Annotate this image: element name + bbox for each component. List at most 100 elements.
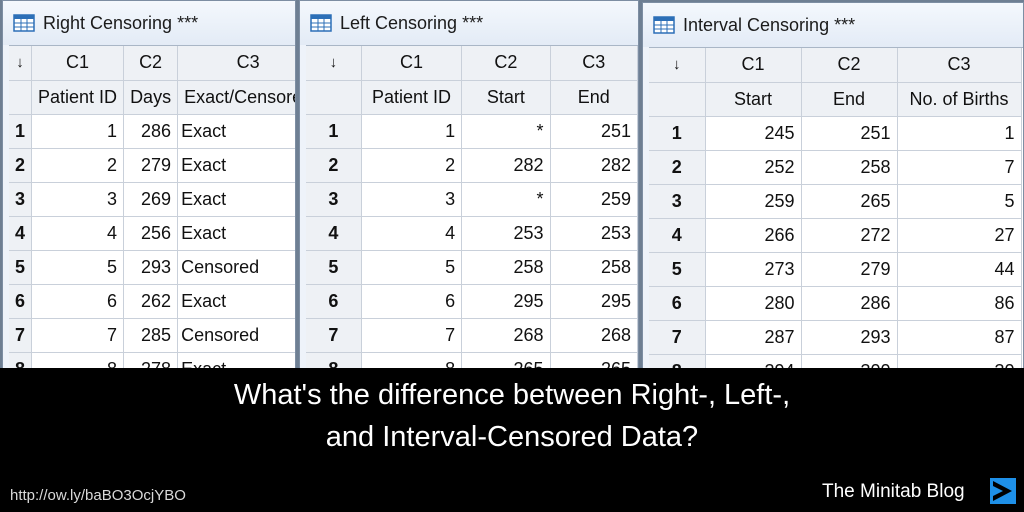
row-number[interactable]: 3 [306, 182, 362, 217]
data-cell[interactable]: 258 [461, 250, 551, 285]
window-titlebar[interactable]: Interval Censoring *** [643, 3, 1023, 47]
column-name-cell[interactable]: Exact/Censored [177, 80, 295, 115]
data-cell[interactable]: 86 [897, 286, 1022, 321]
column-name-cell[interactable]: End [801, 82, 898, 117]
column-name-cell[interactable]: Start [461, 80, 551, 115]
data-cell[interactable]: 266 [705, 218, 802, 253]
row-number[interactable]: 6 [649, 286, 706, 321]
data-cell[interactable]: 268 [461, 318, 551, 353]
data-cell[interactable]: 282 [461, 148, 551, 183]
column-name-cell[interactable]: Patient ID [361, 80, 463, 115]
row-number[interactable]: 3 [649, 184, 706, 219]
column-id-header[interactable]: C3 [897, 48, 1022, 83]
column-id-header[interactable]: C3 [550, 46, 638, 81]
data-cell[interactable]: 278 [123, 352, 179, 369]
data-cell[interactable]: Censored [177, 250, 295, 285]
short-url-link[interactable]: http://ow.ly/baBO3OcjYBO [10, 487, 186, 504]
data-cell[interactable]: 295 [550, 284, 638, 319]
data-cell[interactable]: 44 [897, 252, 1022, 287]
data-cell[interactable]: 4 [361, 216, 463, 251]
row-number[interactable]: 5 [306, 250, 362, 285]
data-cell[interactable]: 293 [123, 250, 179, 285]
data-cell[interactable]: Exact [177, 284, 295, 319]
data-cell[interactable]: 3 [361, 182, 463, 217]
data-cell[interactable]: 1 [897, 116, 1022, 151]
row-number[interactable]: 6 [9, 284, 33, 319]
data-cell[interactable]: 3 [31, 182, 125, 217]
column-id-header[interactable]: C2 [461, 46, 551, 81]
data-cell[interactable]: 279 [801, 252, 898, 287]
data-cell[interactable]: 273 [705, 252, 802, 287]
data-cell[interactable]: 259 [705, 184, 802, 219]
row-number[interactable]: 2 [9, 148, 33, 183]
row-number[interactable]: 8 [9, 352, 33, 369]
sort-arrow-icon[interactable]: ↓ [9, 46, 33, 81]
row-number[interactable]: 1 [649, 116, 706, 151]
column-id-header[interactable]: C1 [31, 46, 125, 81]
data-cell[interactable]: 8 [31, 352, 125, 369]
row-number[interactable]: 1 [306, 114, 362, 149]
data-cell[interactable]: Exact [177, 148, 295, 183]
data-cell[interactable]: 87 [897, 320, 1022, 355]
data-cell[interactable]: Exact [177, 182, 295, 217]
data-cell[interactable]: 7 [31, 318, 125, 353]
data-cell[interactable]: 258 [801, 150, 898, 185]
row-number[interactable]: 5 [9, 250, 33, 285]
data-cell[interactable]: 251 [801, 116, 898, 151]
data-cell[interactable]: 1 [361, 114, 463, 149]
data-cell[interactable]: 2 [361, 148, 463, 183]
data-cell[interactable]: 282 [550, 148, 638, 183]
data-cell[interactable]: 285 [123, 318, 179, 353]
column-name-cell[interactable]: Patient ID [31, 80, 125, 115]
column-name-cell[interactable]: Start [705, 82, 802, 117]
data-cell[interactable]: 5 [897, 184, 1022, 219]
worksheet-grid[interactable]: ↓ C1 C2 C3 Start End No. of Births 1 245 251 1 2 252… [649, 47, 1023, 371]
data-cell[interactable]: 262 [123, 284, 179, 319]
data-cell[interactable]: 253 [550, 216, 638, 251]
data-cell[interactable]: 251 [550, 114, 638, 149]
data-cell[interactable]: Censored [177, 318, 295, 353]
row-number[interactable]: 4 [9, 216, 33, 251]
data-cell[interactable]: 5 [361, 250, 463, 285]
sort-arrow-icon[interactable]: ↓ [649, 48, 706, 83]
data-cell[interactable]: Exact [177, 216, 295, 251]
data-cell[interactable]: 5 [31, 250, 125, 285]
data-cell[interactable]: 280 [705, 286, 802, 321]
row-number[interactable]: 7 [649, 320, 706, 355]
data-cell[interactable]: 293 [801, 320, 898, 355]
row-number[interactable]: 4 [649, 218, 706, 253]
column-id-header[interactable]: C1 [705, 48, 802, 83]
data-cell[interactable]: 287 [705, 320, 802, 355]
row-number[interactable]: 2 [306, 148, 362, 183]
worksheet-grid[interactable]: ↓C1C2C3Patient IDDaysExact/Censored11286… [9, 45, 295, 369]
row-number[interactable]: 5 [649, 252, 706, 287]
data-cell[interactable]: 258 [550, 250, 638, 285]
column-id-header[interactable]: C1 [361, 46, 463, 81]
data-cell[interactable]: 6 [31, 284, 125, 319]
data-cell[interactable]: Exact [177, 114, 295, 149]
data-cell[interactable]: 286 [801, 286, 898, 321]
column-name-cell[interactable]: No. of Births [897, 82, 1022, 117]
data-cell[interactable]: 269 [123, 182, 179, 217]
data-cell[interactable]: 256 [123, 216, 179, 251]
data-cell[interactable]: 2 [31, 148, 125, 183]
column-name-cell[interactable]: End [550, 80, 638, 115]
row-number[interactable]: 8 [306, 352, 362, 369]
row-number[interactable]: 3 [9, 182, 33, 217]
data-cell[interactable]: Exact [177, 352, 295, 369]
row-number[interactable]: 7 [9, 318, 33, 353]
data-cell[interactable]: 279 [123, 148, 179, 183]
column-name-cell[interactable]: Days [123, 80, 179, 115]
data-cell[interactable]: 265 [550, 352, 638, 369]
data-cell[interactable]: * [461, 182, 551, 217]
data-cell[interactable]: 265 [461, 352, 551, 369]
row-number[interactable]: 2 [649, 150, 706, 185]
column-id-header[interactable]: C3 [177, 46, 295, 81]
column-id-header[interactable]: C2 [123, 46, 179, 81]
worksheet-grid[interactable]: ↓ C1 C2 C3 Patient ID Start End 1 1 * 251 2 2 282 282 3… [306, 45, 638, 369]
data-cell[interactable]: 259 [550, 182, 638, 217]
sort-arrow-icon[interactable]: ↓ [306, 46, 362, 81]
row-number[interactable]: 6 [306, 284, 362, 319]
column-id-header[interactable]: C2 [801, 48, 898, 83]
row-number[interactable]: 4 [306, 216, 362, 251]
